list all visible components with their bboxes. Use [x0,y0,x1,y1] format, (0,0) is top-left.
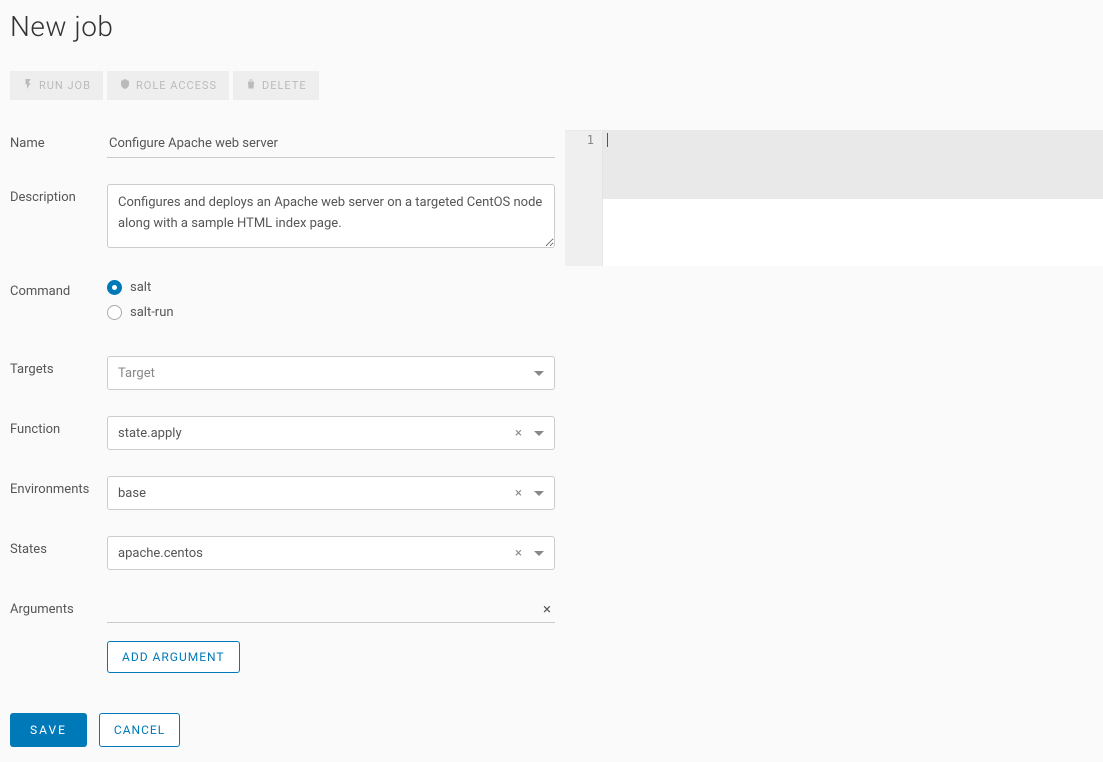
chevron-down-icon [534,551,544,556]
command-salt-run-label: salt-run [130,305,174,320]
run-job-button[interactable]: RUN JOB [10,71,103,100]
name-input[interactable] [107,130,555,158]
role-access-button[interactable]: ROLE ACCESS [107,71,229,100]
code-editor[interactable]: 1 [565,130,1103,266]
chevron-down-icon [534,431,544,436]
description-textarea[interactable]: Configures and deploys an Apache web ser… [107,184,555,248]
page-title: New job [10,10,1103,43]
bolt-icon [22,78,34,93]
delete-button[interactable]: DELETE [233,71,319,100]
targets-select[interactable]: Target [107,356,555,390]
editor-cursor [607,133,608,147]
shield-icon [119,78,131,93]
command-label: Command [10,278,107,299]
save-button[interactable]: SAVE [10,713,87,747]
environments-clear-icon[interactable]: × [509,486,528,501]
name-label: Name [10,130,107,151]
command-salt-radio[interactable] [107,280,122,295]
trash-icon [245,78,257,93]
argument-input[interactable] [107,601,539,618]
states-select[interactable]: apache.centos × [107,536,555,570]
editor-gutter: 1 [565,131,603,266]
command-salt-run-radio[interactable] [107,305,122,320]
remove-argument-icon[interactable]: × [539,600,555,618]
targets-label: Targets [10,356,107,377]
command-salt-label: salt [130,280,151,295]
function-label: Function [10,416,107,437]
editor-body[interactable] [603,199,1103,267]
environments-select[interactable]: base × [107,476,555,510]
function-select[interactable]: state.apply × [107,416,555,450]
line-number: 1 [567,133,594,147]
add-argument-button[interactable]: ADD ARGUMENT [107,641,240,673]
cancel-button[interactable]: CANCEL [99,713,180,747]
editor-active-line[interactable] [603,131,1103,199]
chevron-down-icon [534,491,544,496]
states-label: States [10,536,107,557]
environments-label: Environments [10,476,107,497]
action-toolbar: RUN JOB ROLE ACCESS DELETE [10,71,1103,100]
states-clear-icon[interactable]: × [509,546,528,561]
description-label: Description [10,184,107,205]
function-clear-icon[interactable]: × [509,426,528,441]
arguments-label: Arguments [10,596,107,617]
chevron-down-icon [534,371,544,376]
